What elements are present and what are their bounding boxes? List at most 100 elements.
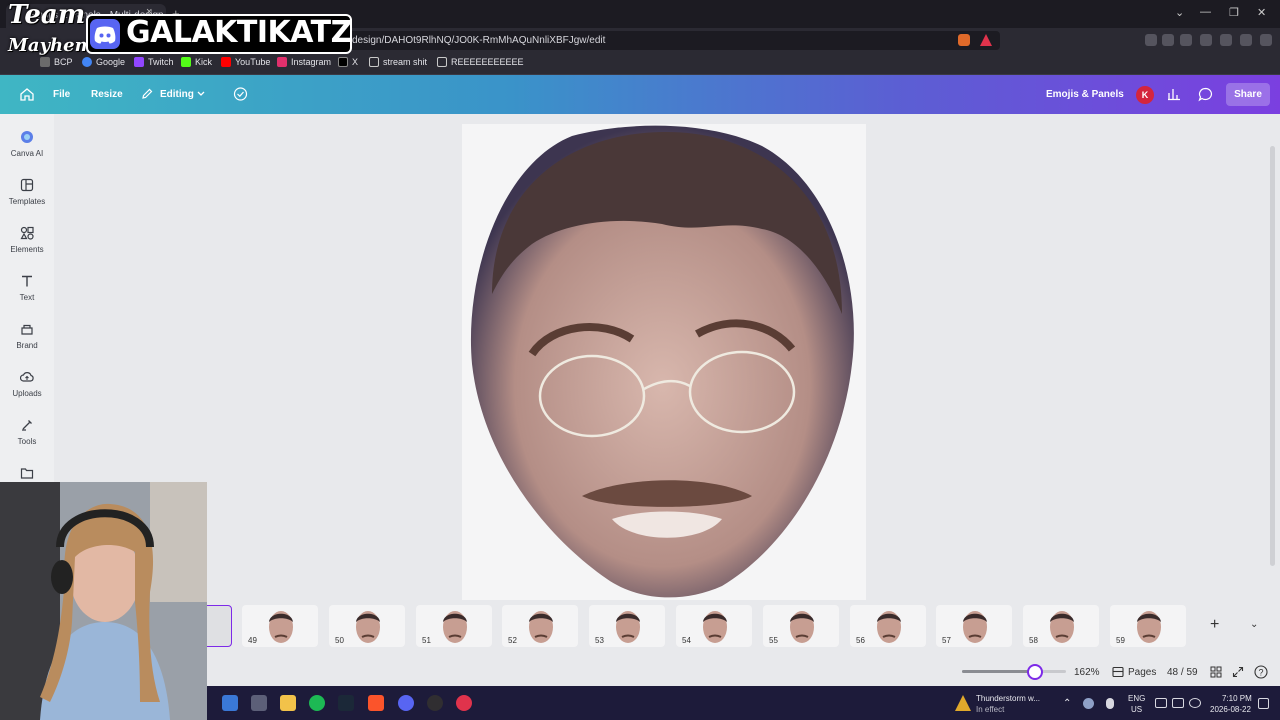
elements-icon	[20, 226, 34, 240]
url-text: design/DAHOt9RlhNQ/JO0K-RmMhAQuNnliXBFJg…	[352, 35, 606, 46]
steam-icon[interactable]	[338, 695, 354, 711]
bookmark-google[interactable]: Google	[82, 57, 125, 67]
file-menu[interactable]: File	[53, 89, 70, 100]
youtube-icon	[221, 57, 231, 67]
insights-icon[interactable]	[1167, 87, 1181, 101]
widgets-icon[interactable]	[222, 695, 238, 711]
maximize-icon[interactable]: ❐	[1229, 6, 1239, 19]
share-button[interactable]: Share	[1226, 83, 1270, 106]
thumbnail-face-image	[616, 611, 640, 643]
add-page-button[interactable]: +	[1210, 616, 1219, 634]
templates-icon	[20, 178, 34, 192]
address-bar[interactable]: design/DAHOt9RlhNQ/JO0K-RmMhAQuNnliXBFJg…	[340, 31, 1000, 50]
bookmark-youtube[interactable]: YouTube	[221, 57, 270, 67]
cloud-saved-icon[interactable]	[233, 87, 248, 101]
sidebar-icon[interactable]	[1180, 34, 1192, 46]
editing-mode-dropdown[interactable]: Editing	[160, 89, 194, 100]
brave-shield-icon[interactable]	[958, 34, 970, 46]
sidebar-item-canva-ai[interactable]: Canva AI	[0, 130, 54, 158]
menu-icon[interactable]	[1260, 34, 1272, 46]
zoom-slider-handle[interactable]	[1027, 664, 1043, 680]
bookmark-x[interactable]: X	[338, 57, 358, 67]
thumbnail-face-image	[529, 611, 553, 643]
discord-icon[interactable]	[398, 695, 414, 711]
weather-subtitle: In effect	[976, 705, 1005, 714]
microphone-icon[interactable]	[1106, 698, 1114, 709]
page-number-label: 54	[682, 636, 691, 645]
obs-icon[interactable]	[427, 695, 443, 711]
brand-icon	[21, 324, 33, 335]
notification-bell-icon[interactable]	[1258, 698, 1269, 709]
sidebar-item-text[interactable]: Text	[0, 274, 54, 302]
display-icon[interactable]	[1155, 698, 1167, 708]
tray-app-icon[interactable]	[1083, 698, 1094, 709]
thumbnail-face-image	[443, 611, 467, 643]
help-icon[interactable]: ?	[1254, 665, 1268, 679]
svg-text:?: ?	[1258, 668, 1263, 678]
sidebar-item-templates[interactable]: Templates	[0, 178, 54, 206]
zoom-slider-fill	[962, 670, 1035, 673]
clock-time[interactable]: 7:10 PM	[1222, 694, 1252, 703]
bookmark-folder-stream[interactable]: stream shit	[369, 57, 427, 67]
folder-icon	[20, 468, 34, 479]
avatar[interactable]: K	[1136, 86, 1154, 104]
language-indicator[interactable]: ENG	[1128, 694, 1145, 703]
bookmark-folder-ree[interactable]: REEEEEEEEEEE	[437, 57, 524, 67]
kick-icon	[181, 57, 191, 67]
sidebar-item-elements[interactable]: Elements	[0, 226, 54, 254]
vpn-icon[interactable]	[1240, 34, 1252, 46]
pages-button[interactable]: Pages	[1128, 667, 1156, 678]
grid-view-icon[interactable]	[1210, 666, 1222, 678]
bookmark-instagram[interactable]: Instagram	[277, 57, 331, 67]
bookmark-bcp[interactable]: BCP	[40, 57, 73, 67]
pages-icon	[1112, 666, 1124, 678]
resize-button[interactable]: Resize	[91, 89, 123, 100]
sidebar-item-uploads[interactable]: Uploads	[0, 370, 54, 398]
chevron-down-icon[interactable]	[197, 91, 205, 97]
bookmark-kick[interactable]: Kick	[181, 57, 212, 67]
collapse-pages-button[interactable]: ⌄	[1250, 619, 1258, 630]
bookmark-twitch[interactable]: Twitch	[134, 57, 174, 67]
weather-title[interactable]: Thunderstorm w...	[976, 694, 1040, 703]
home-icon[interactable]	[20, 88, 34, 101]
leo-icon[interactable]	[1220, 34, 1232, 46]
design-title[interactable]: Emojis & Panels	[1046, 89, 1124, 100]
google-icon	[82, 57, 92, 67]
fullscreen-icon[interactable]	[1232, 666, 1244, 678]
close-window-icon[interactable]: ✕	[1257, 6, 1266, 19]
text-icon	[22, 275, 32, 287]
tray-overflow-icon[interactable]: ⌃	[1063, 698, 1071, 709]
tools-icon	[22, 420, 32, 431]
record-icon[interactable]	[456, 695, 472, 711]
thumbnail-face-image	[1137, 611, 1161, 643]
notepad-icon[interactable]	[251, 695, 267, 711]
volume-icon[interactable]	[1189, 698, 1201, 708]
instagram-icon	[277, 57, 287, 67]
extension-icon[interactable]	[1145, 34, 1157, 46]
clock-date: 2026-08-22	[1210, 705, 1251, 714]
page-number-label: 57	[942, 636, 951, 645]
thumbnail-face-image	[703, 611, 727, 643]
canvas-scrollbar[interactable]	[1270, 146, 1275, 566]
puzzle-icon[interactable]	[1162, 34, 1174, 46]
file-explorer-icon[interactable]	[280, 695, 296, 711]
emoji-face-image[interactable]	[462, 124, 866, 600]
thumbnail-face-image	[963, 611, 987, 643]
sidebar-item-tools[interactable]: Tools	[0, 418, 54, 446]
page-number-label: 50	[335, 636, 344, 645]
page-number-label: 52	[508, 636, 517, 645]
thumbnail-face-image	[1050, 611, 1074, 643]
tab-list-icon[interactable]: ⌄	[1175, 6, 1184, 19]
minimize-icon[interactable]: —	[1200, 6, 1211, 18]
pencil-icon	[142, 88, 153, 99]
sidebar-item-brand[interactable]: Brand	[0, 322, 54, 350]
comment-icon[interactable]	[1198, 87, 1213, 102]
team-mayhem-logo: Team Mayhem	[8, 0, 94, 56]
brave-icon[interactable]	[368, 695, 384, 711]
folder-icon	[369, 57, 379, 67]
wallet-icon[interactable]	[1200, 34, 1212, 46]
spotify-icon[interactable]	[309, 695, 325, 711]
page-number-label: 53	[595, 636, 604, 645]
network-icon[interactable]	[1172, 698, 1184, 708]
zoom-percentage[interactable]: 162%	[1074, 667, 1100, 678]
